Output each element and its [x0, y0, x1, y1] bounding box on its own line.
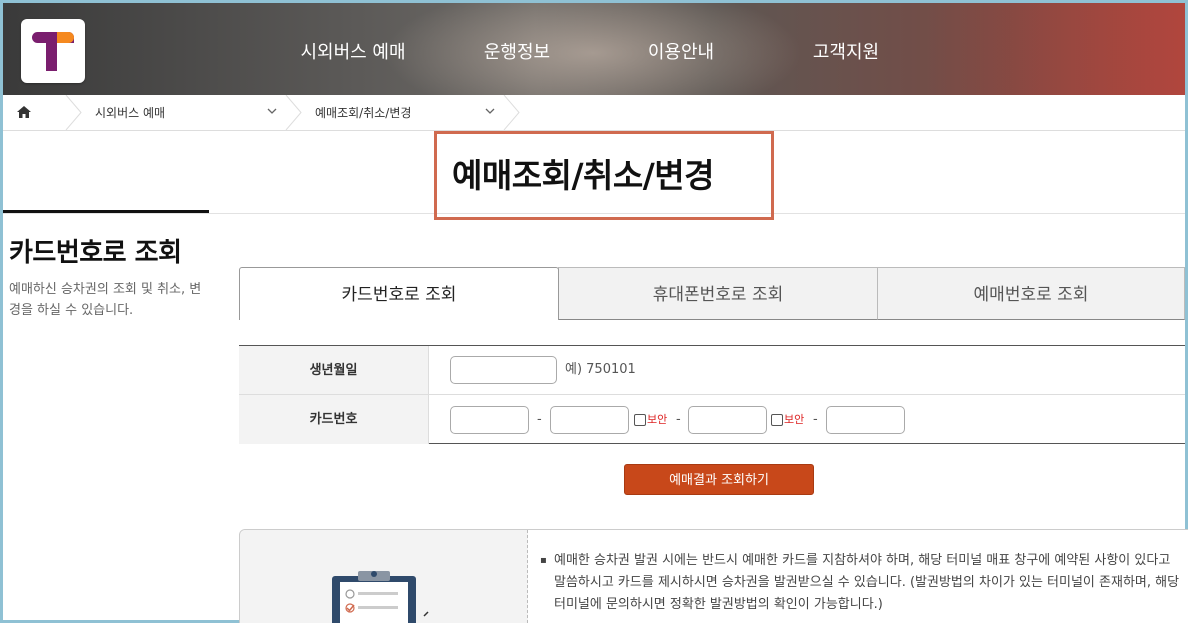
sidebar-top-rule — [3, 210, 209, 213]
inquiry-form: 생년월일 예) 750101 카드번호 - 보안 - 보안 - — [239, 345, 1185, 444]
logo-accent — [57, 32, 74, 43]
chevron-down-icon — [485, 108, 495, 114]
birth-row: 생년월일 예) 750101 — [239, 346, 1185, 395]
clipboard-icon — [332, 571, 429, 623]
nav-item-schedule[interactable]: 운행정보 — [453, 3, 581, 95]
birth-hint: 예) 750101 — [565, 362, 636, 377]
notice-text: ▪ 예매한 승차권 발권 시에는 반드시 예매한 카드를 지참하셔야 하며, 해… — [538, 550, 1184, 616]
breadcrumb-reservation-label: 시외버스 예매 — [95, 106, 166, 120]
tab-phone-number[interactable]: 휴대폰번호로 조회 — [558, 267, 878, 320]
site-header: 시외버스 예매 운행정보 이용안내 고객지원 — [3, 3, 1185, 95]
birth-date-input[interactable] — [450, 356, 557, 384]
card-dash: - — [676, 412, 681, 427]
main-nav: 시외버스 예매 운행정보 이용안내 고객지원 — [253, 3, 911, 95]
secure-label-1: 보안 — [647, 413, 668, 426]
breadcrumb-separator — [503, 95, 520, 130]
notice-bullet: ▪ — [540, 555, 547, 566]
breadcrumb-separator — [65, 95, 82, 130]
card-dash: - — [813, 412, 818, 427]
sidebar-description: 예매하신 승차권의 조회 및 취소, 변경을 하실 수 있습니다. — [9, 282, 202, 318]
breadcrumb-inquiry[interactable]: 예매조회/취소/변경 — [315, 95, 495, 130]
secure-checkbox-2[interactable] — [771, 414, 783, 426]
breadcrumb-home[interactable] — [3, 95, 65, 130]
card-dash: - — [537, 412, 542, 427]
logo-stem — [46, 37, 57, 71]
logo[interactable] — [21, 19, 85, 83]
tab-card-number[interactable]: 카드번호로 조회 — [239, 267, 559, 320]
breadcrumb-reservation[interactable]: 시외버스 예매 — [95, 95, 277, 130]
page-title-box: 예매조회/취소/변경 — [434, 131, 774, 220]
chevron-down-icon — [267, 108, 277, 114]
card-row: 카드번호 - 보안 - 보안 - — [239, 395, 1185, 444]
card-number-field-2[interactable] — [550, 406, 629, 434]
tab-reservation-number[interactable]: 예매번호로 조회 — [877, 267, 1185, 320]
search-button[interactable]: 예매결과 조회하기 — [624, 464, 814, 495]
card-number-field-1[interactable] — [450, 406, 529, 434]
breadcrumb-inquiry-label: 예매조회/취소/변경 — [315, 106, 412, 120]
sidebar-title: 카드번호로 조회 — [9, 238, 182, 268]
secure-checkbox-1[interactable] — [634, 414, 646, 426]
breadcrumb-separator — [285, 95, 302, 130]
secure-label-2: 보안 — [784, 413, 805, 426]
notice-box: ▪ 예매한 승차권 발권 시에는 반드시 예매한 카드를 지참하셔야 하며, 해… — [239, 529, 1188, 623]
card-number-field-3[interactable] — [688, 406, 767, 434]
nav-item-support[interactable]: 고객지원 — [781, 3, 911, 95]
birth-label: 생년월일 — [239, 346, 429, 394]
notice-paragraph: 예매한 승차권 발권 시에는 반드시 예매한 카드를 지참하셔야 하며, 해당 … — [554, 553, 1180, 612]
nav-item-reservation[interactable]: 시외버스 예매 — [253, 3, 453, 95]
notice-illustration — [240, 530, 528, 623]
breadcrumb: 시외버스 예매 예매조회/취소/변경 — [3, 95, 1185, 131]
card-number-field-4[interactable] — [826, 406, 905, 434]
home-icon — [17, 106, 31, 118]
card-label: 카드번호 — [239, 395, 429, 444]
page-title: 예매조회/취소/변경 — [452, 156, 715, 195]
inquiry-tabs: 카드번호로 조회 휴대폰번호로 조회 예매번호로 조회 — [239, 267, 1185, 320]
nav-item-guide[interactable]: 이용안내 — [581, 3, 781, 95]
